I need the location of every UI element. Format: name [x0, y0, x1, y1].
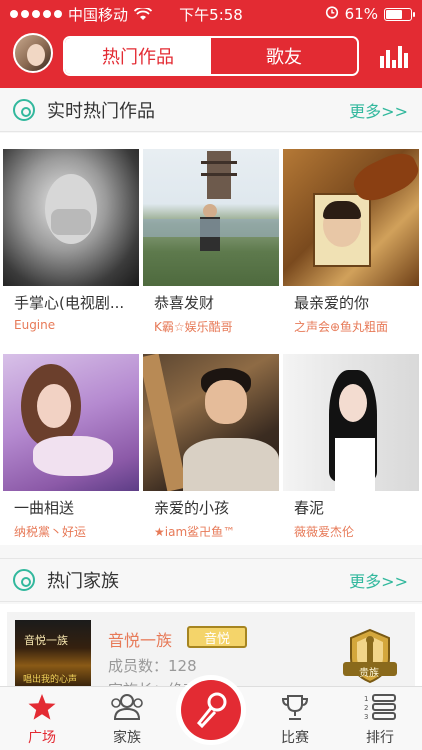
family-name: 音悦一族 [108, 631, 173, 650]
family-members: 成员数：128 [108, 657, 197, 675]
wifi-icon [134, 8, 153, 20]
family-image: 音悦一族 唱出我的心声 [15, 620, 91, 690]
work-user[interactable]: Eugine [3, 318, 139, 332]
svg-text:2: 2 [364, 704, 368, 712]
bottom-nav: 广场 家族 比赛 123 排行 [0, 675, 422, 750]
svg-text:3: 3 [364, 713, 368, 721]
crest-icon: 贵族 [337, 626, 403, 686]
equalizer-icon[interactable] [380, 44, 408, 68]
more-link[interactable]: 更多>> [349, 98, 408, 122]
people-icon [111, 694, 143, 720]
work-user[interactable]: ★iam鲨卍鱼™ [143, 523, 279, 540]
work-user[interactable]: 纳税黨丶好运 [3, 523, 139, 540]
alarm-icon [325, 5, 339, 23]
nav-plaza[interactable]: 广场 [7, 693, 77, 747]
battery-icon [384, 7, 415, 21]
family-image-title: 音悦一族 [24, 634, 68, 647]
top-bar: 中国移动 下午5:58 61% 热门作品 歌友 [0, 0, 422, 88]
nav-contest[interactable]: 比赛 [260, 693, 330, 747]
work-thumbnail [143, 354, 279, 491]
work-title: 手掌心(电视剧... [14, 294, 125, 312]
section-title: 实时热门作品 [47, 100, 155, 122]
nav-label: 排行 [366, 730, 394, 746]
work-card[interactable]: 手掌心(电视剧... Eugine [3, 149, 139, 332]
crest-label: 贵族 [359, 668, 379, 679]
ranking-icon: 123 [364, 694, 396, 721]
tab-friends[interactable]: 歌友 [211, 38, 357, 74]
hot-family-header: 热门家族 更多>> [0, 558, 422, 602]
disc-icon [13, 569, 35, 591]
work-card[interactable]: 亲爱的小孩 ★iam鲨卍鱼™ [143, 354, 279, 540]
work-user[interactable]: 之声会⊕鱼丸粗面 [283, 318, 419, 335]
work-thumbnail [283, 354, 419, 491]
microphone-icon [196, 692, 227, 729]
work-thumbnail [283, 149, 419, 286]
disc-icon [13, 98, 35, 121]
app-screen: 中国移动 下午5:58 61% 热门作品 歌友 实时热门作品 更多>> 手掌心(… [0, 0, 422, 750]
work-thumbnail [3, 149, 139, 286]
tab-hot-works[interactable]: 热门作品 [65, 38, 211, 74]
battery-percent: 61% [344, 5, 378, 23]
work-card[interactable]: 春泥 薇薇爱杰伦 [283, 354, 419, 540]
work-user[interactable]: 薇薇爱杰伦 [283, 523, 419, 540]
svg-text:1: 1 [364, 695, 368, 703]
nav-label: 广场 [28, 730, 56, 746]
work-title: 一曲相送 [14, 499, 75, 517]
work-title: 春泥 [294, 499, 325, 517]
more-link[interactable]: 更多>> [349, 568, 408, 592]
avatar[interactable] [13, 33, 53, 73]
carrier-label: 中国移动 [68, 5, 129, 24]
nav-ranking[interactable]: 123 排行 [345, 693, 415, 747]
work-user[interactable]: K霸☆娱乐酷哥 [143, 318, 279, 335]
header: 热门作品 歌友 [0, 28, 422, 88]
status-bar: 中国移动 下午5:58 61% [0, 0, 422, 28]
nav-label: 比赛 [281, 730, 309, 746]
work-thumbnail [143, 149, 279, 286]
work-title: 恭喜发财 [154, 294, 215, 312]
work-title: 最亲爱的你 [294, 294, 370, 312]
family-badge: 音悦 [187, 626, 247, 648]
work-card[interactable]: 一曲相送 纳税黨丶好运 [3, 354, 139, 540]
hot-works-header: 实时热门作品 更多>> [0, 88, 422, 132]
record-button[interactable] [176, 675, 246, 745]
section-title: 热门家族 [47, 571, 119, 592]
nav-family[interactable]: 家族 [92, 693, 162, 747]
work-thumbnail [3, 354, 139, 491]
star-icon [28, 694, 56, 720]
family-image-subtitle: 唱出我的心声 [23, 675, 78, 685]
tab-switcher: 热门作品 歌友 [63, 36, 359, 76]
work-card[interactable]: 最亲爱的你 之声会⊕鱼丸粗面 [283, 149, 419, 335]
signal-icon [10, 10, 62, 18]
nav-label: 家族 [113, 730, 141, 746]
work-card[interactable]: 恭喜发财 K霸☆娱乐酷哥 [143, 149, 279, 335]
work-title: 亲爱的小孩 [154, 499, 230, 517]
hot-works-grid: 手掌心(电视剧... Eugine 恭喜发财 K霸☆娱乐酷哥 最亲爱的你 之声会… [0, 133, 422, 545]
trophy-icon [281, 695, 309, 720]
